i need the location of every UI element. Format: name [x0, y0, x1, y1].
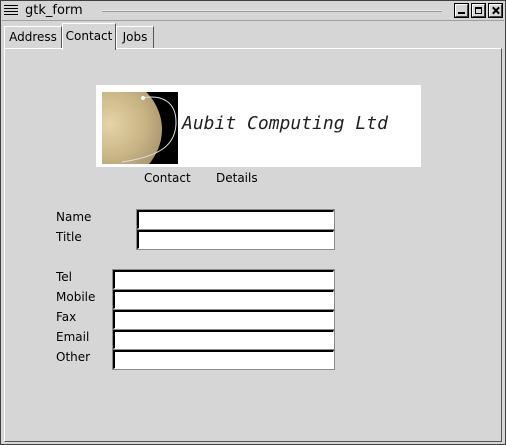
- tab-jobs[interactable]: Jobs: [116, 26, 154, 48]
- tel-label: Tel: [56, 270, 73, 284]
- title-label: Title: [56, 230, 82, 244]
- tab-jobs-label: Jobs: [122, 30, 148, 44]
- close-icon[interactable]: [488, 3, 503, 18]
- name-field[interactable]: [136, 209, 335, 230]
- tab-contact-label: Contact: [65, 29, 113, 43]
- app-window: gtk_form Address Contact Jobs Aubit Comp…: [0, 0, 506, 445]
- mobile-field[interactable]: [112, 289, 335, 310]
- name-label: Name: [56, 210, 92, 224]
- maximize-icon[interactable]: [471, 3, 486, 18]
- mobile-label: Mobile: [56, 290, 96, 304]
- tab-address[interactable]: Address: [4, 26, 62, 48]
- contact-page: Aubit Computing Ltd Contact Details Name…: [4, 48, 502, 442]
- section-title-contact: Contact: [144, 171, 191, 185]
- fax-field[interactable]: [112, 309, 335, 330]
- tel-field[interactable]: [112, 269, 335, 290]
- notebook: Address Contact Jobs Aubit Computing Ltd: [2, 21, 504, 444]
- title-field[interactable]: [136, 229, 335, 250]
- minimize-icon[interactable]: [454, 3, 469, 18]
- moon-logo-image: [102, 92, 178, 164]
- other-field[interactable]: [112, 349, 335, 370]
- company-name: Aubit Computing Ltd: [182, 113, 388, 134]
- fax-label: Fax: [56, 310, 77, 324]
- company-banner: Aubit Computing Ltd: [96, 85, 421, 167]
- tab-contact[interactable]: Contact: [62, 23, 116, 50]
- window-menu-icon[interactable]: [4, 4, 18, 17]
- orbit-trail-icon: [121, 96, 177, 163]
- section-title-details: Details: [216, 171, 258, 185]
- window-title: gtk_form: [25, 3, 83, 18]
- email-field[interactable]: [112, 329, 335, 350]
- other-label: Other: [56, 350, 91, 364]
- tab-address-label: Address: [9, 30, 57, 44]
- title-bar-divider: [102, 10, 442, 12]
- email-label: Email: [56, 330, 90, 344]
- title-bar[interactable]: gtk_form: [2, 2, 504, 21]
